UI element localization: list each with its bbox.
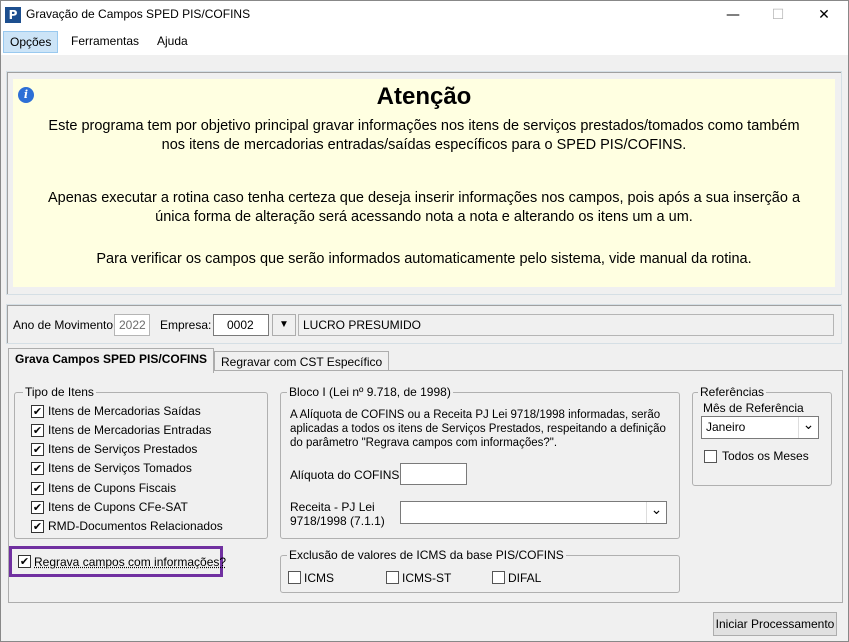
ano-label: Ano de Movimento: [13,318,117,332]
tab-grava-campos[interactable]: Grava Campos SPED PIS/COFINS [8,348,215,373]
maximize-button: ☐ [771,7,785,23]
minimize-button[interactable]: — [710,1,756,29]
referencias-legend: Referências [698,385,767,399]
exclusao-legend: Exclusão de valores de ICMS da base PIS/… [287,548,566,562]
regime-field: LUCRO PRESUMIDO [298,314,834,336]
close-button[interactable]: ✕ [801,1,847,29]
checkbox-cupons-cfe-sat[interactable]: ✔ [31,501,44,514]
receita-label-line1: Receita - PJ Lei [290,500,375,514]
label-cupons-cfe-sat: Itens de Cupons CFe-SAT [48,500,188,514]
checkbox-rmd-documentos[interactable]: ✔ [31,520,44,533]
main-window: P Gravação de Campos SPED PIS/COFINS — ☐… [0,0,849,642]
iniciar-processamento-button[interactable]: Iniciar Processamento [713,612,837,636]
label-difal: DIFAL [508,571,542,585]
checkbox-mercadorias-entradas[interactable]: ✔ [31,424,44,437]
checkbox-cupons-fiscais[interactable]: ✔ [31,482,44,495]
checkbox-servicos-tomados[interactable]: ✔ [31,462,44,475]
attention-para1-line1: Este programa tem por objetivo principal… [48,118,800,134]
attention-para2-line1: Apenas executar a rotina caso tenha cert… [47,190,801,206]
label-regrava: Regrava campos com informações? [34,555,227,569]
tipo-itens-legend: Tipo de Itens [23,385,96,399]
bloco-i-legend: Bloco I (Lei nº 9.718, de 1998) [287,385,453,399]
mes-chevron-down-icon[interactable]: ⌄ [798,417,818,438]
checkbox-icms-st[interactable] [386,571,399,584]
receita-select[interactable] [400,501,667,524]
checkbox-mercadorias-saidas[interactable]: ✔ [31,405,44,418]
title-bar: P Gravação de Campos SPED PIS/COFINS — ☐… [1,1,848,29]
label-icms: ICMS [304,571,334,585]
checkbox-servicos-prestados[interactable]: ✔ [31,443,44,456]
checkbox-difal[interactable] [492,571,505,584]
attention-para3: Para verificar os campos que serão infor… [96,251,752,267]
receita-label-line2: 9718/1998 (7.1.1) [290,514,385,528]
menu-bar: Opções Ferramentas Ajuda [1,29,848,55]
label-todos-meses: Todos os Meses [722,449,809,463]
aliquota-input[interactable] [400,463,467,485]
attention-title: Atenção [376,83,472,110]
menu-opcoes[interactable]: Opções [3,31,59,53]
bloco-i-desc-line2: aplicadas a todos os itens de Serviços P… [290,423,666,435]
app-icon: P [5,7,21,23]
label-icms-st: ICMS-ST [402,571,452,585]
window-title: Gravação de Campos SPED PIS/COFINS [26,7,251,21]
bloco-i-desc-line1: A Alíquota de COFINS ou a Receita PJ Lei… [290,409,661,421]
label-mercadorias-saidas: Itens de Mercadorias Saídas [48,404,201,418]
aliquota-label: Alíquota do COFINS [290,468,400,482]
mes-referencia-label: Mês de Referência [703,401,804,415]
label-servicos-tomados: Itens de Serviços Tomados [48,461,192,475]
label-cupons-fiscais: Itens de Cupons Fiscais [48,481,177,495]
menu-ajuda[interactable]: Ajuda [151,31,194,53]
label-mercadorias-entradas: Itens de Mercadorias Entradas [48,423,212,437]
receita-chevron-down-icon[interactable]: ⌄ [646,502,666,523]
bloco-i-desc-line3: do parâmetro "Regrava campos com informa… [290,437,558,449]
ano-input: 2022 [114,314,150,336]
empresa-input[interactable]: 0002 [213,314,269,336]
empresa-dropdown-button[interactable]: ▼ [272,314,296,336]
checkbox-icms[interactable] [288,571,301,584]
label-servicos-prestados: Itens de Serviços Prestados [48,442,198,456]
menu-ferramentas[interactable]: Ferramentas [65,31,145,53]
checkbox-regrava[interactable]: ✔ [18,555,31,568]
attention-para2-line2: única forma de alteração será acessando … [155,209,693,225]
checkbox-todos-meses[interactable] [704,450,717,463]
label-rmd-documentos: RMD-Documentos Relacionados [48,519,223,533]
attention-para1-line2: nos itens de mercadorias entradas/saídas… [161,137,687,153]
empresa-label: Empresa: [160,318,212,332]
